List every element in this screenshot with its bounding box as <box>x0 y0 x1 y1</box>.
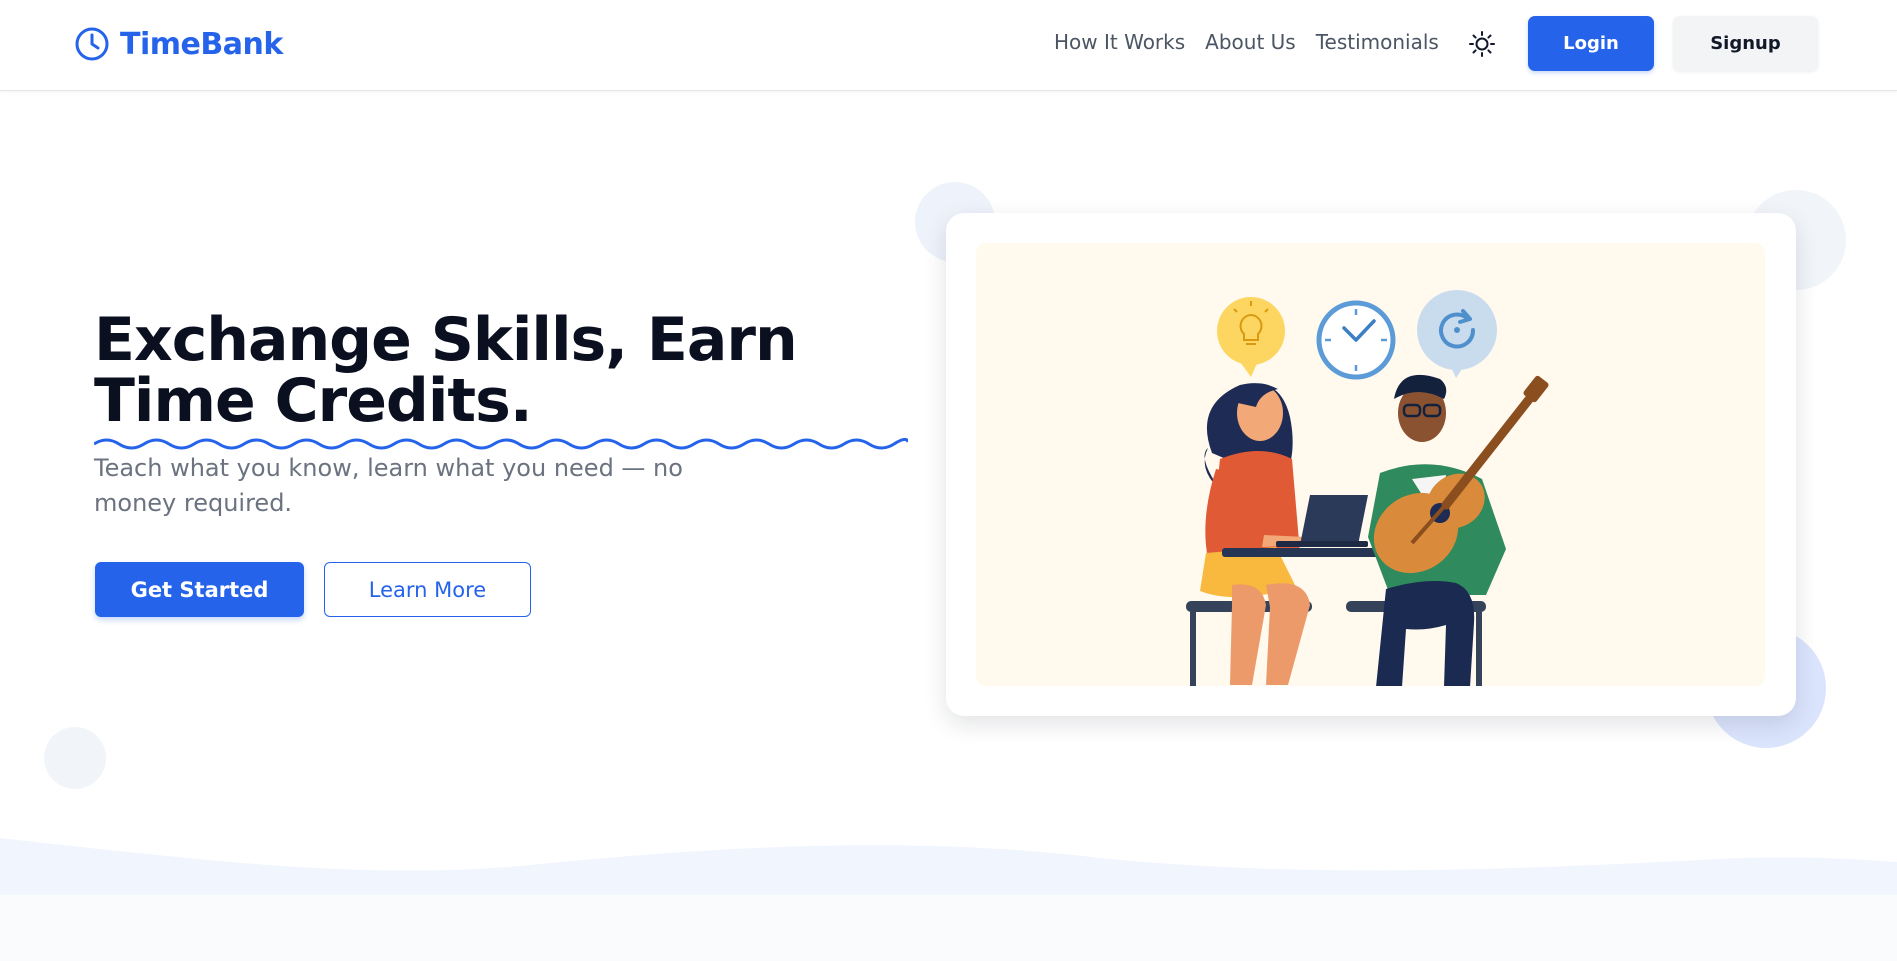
hero-bottom-wave <box>0 838 1897 896</box>
learn-more-button[interactable]: Learn More <box>324 562 531 617</box>
nav-links: How It Works About Us Testimonials <box>1054 30 1439 54</box>
hero-subtitle: Teach what you know, learn what you need… <box>94 454 683 517</box>
lightbulb-icon <box>1217 297 1285 377</box>
brand-logo-link[interactable]: TimeBank <box>74 24 283 64</box>
login-button[interactable]: Login <box>1528 16 1654 71</box>
hero-title-line-1: Exchange Skills, Earn <box>94 305 798 375</box>
theme-toggle-button[interactable] <box>1466 28 1498 60</box>
signup-button[interactable]: Signup <box>1673 16 1818 71</box>
skill-exchange-illustration <box>1186 290 1549 686</box>
hero-title: Exchange Skills, Earn Time Credits. <box>94 310 914 432</box>
get-started-button[interactable]: Get Started <box>95 562 304 617</box>
refresh-icon <box>1417 290 1497 378</box>
clock-icon <box>1316 300 1396 380</box>
hero-illustration-card <box>946 213 1796 716</box>
woman-figure <box>1200 383 1310 685</box>
landing-page: TimeBank How It Works About Us Testimoni… <box>0 0 1897 961</box>
decorative-circle <box>44 727 106 789</box>
hero-title-line-2: Time Credits. <box>94 366 533 436</box>
squiggle-underline <box>94 437 908 450</box>
nav-link-about-us[interactable]: About Us <box>1205 30 1296 54</box>
brand-name: TimeBank <box>120 26 283 62</box>
hero-illustration <box>976 243 1765 686</box>
nav-link-how-it-works[interactable]: How It Works <box>1054 30 1185 54</box>
sun-icon <box>1469 31 1495 57</box>
next-section <box>0 895 1897 961</box>
clock-icon <box>75 27 109 61</box>
nav-link-testimonials[interactable]: Testimonials <box>1316 30 1439 54</box>
navbar: TimeBank How It Works About Us Testimoni… <box>0 0 1897 91</box>
